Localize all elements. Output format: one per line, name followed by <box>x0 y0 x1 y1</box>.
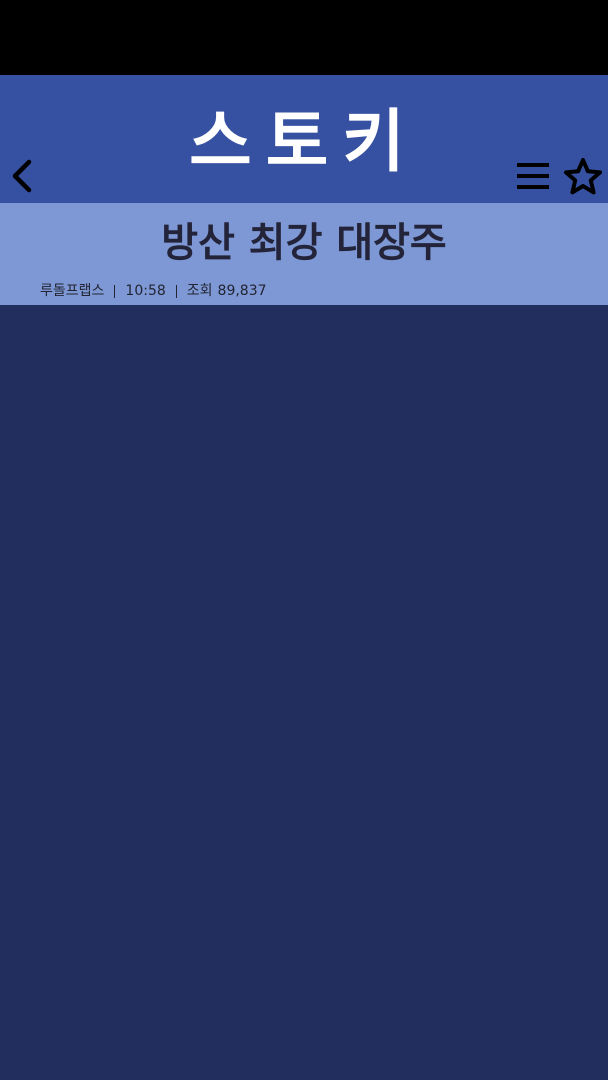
back-button[interactable] <box>0 150 44 202</box>
chevron-left-icon <box>12 159 32 193</box>
post-time: 10:58 <box>125 283 166 299</box>
star-outline-icon <box>564 158 602 195</box>
views-label: 조회 <box>186 283 213 299</box>
article-body <box>0 305 608 1080</box>
favorite-button[interactable] <box>560 150 606 202</box>
article-meta: 루돌프랩스 10:58 조회 89,837 <box>40 280 267 302</box>
article-title: 방산 최강 대장주 <box>161 220 447 266</box>
meta-divider <box>114 284 116 298</box>
meta-divider <box>175 284 177 298</box>
author-name[interactable]: 루돌프랩스 <box>40 280 104 302</box>
menu-button[interactable] <box>510 150 556 202</box>
status-bar <box>0 0 608 75</box>
views-count: 89,837 <box>217 283 267 299</box>
hamburger-menu-icon <box>517 163 549 189</box>
